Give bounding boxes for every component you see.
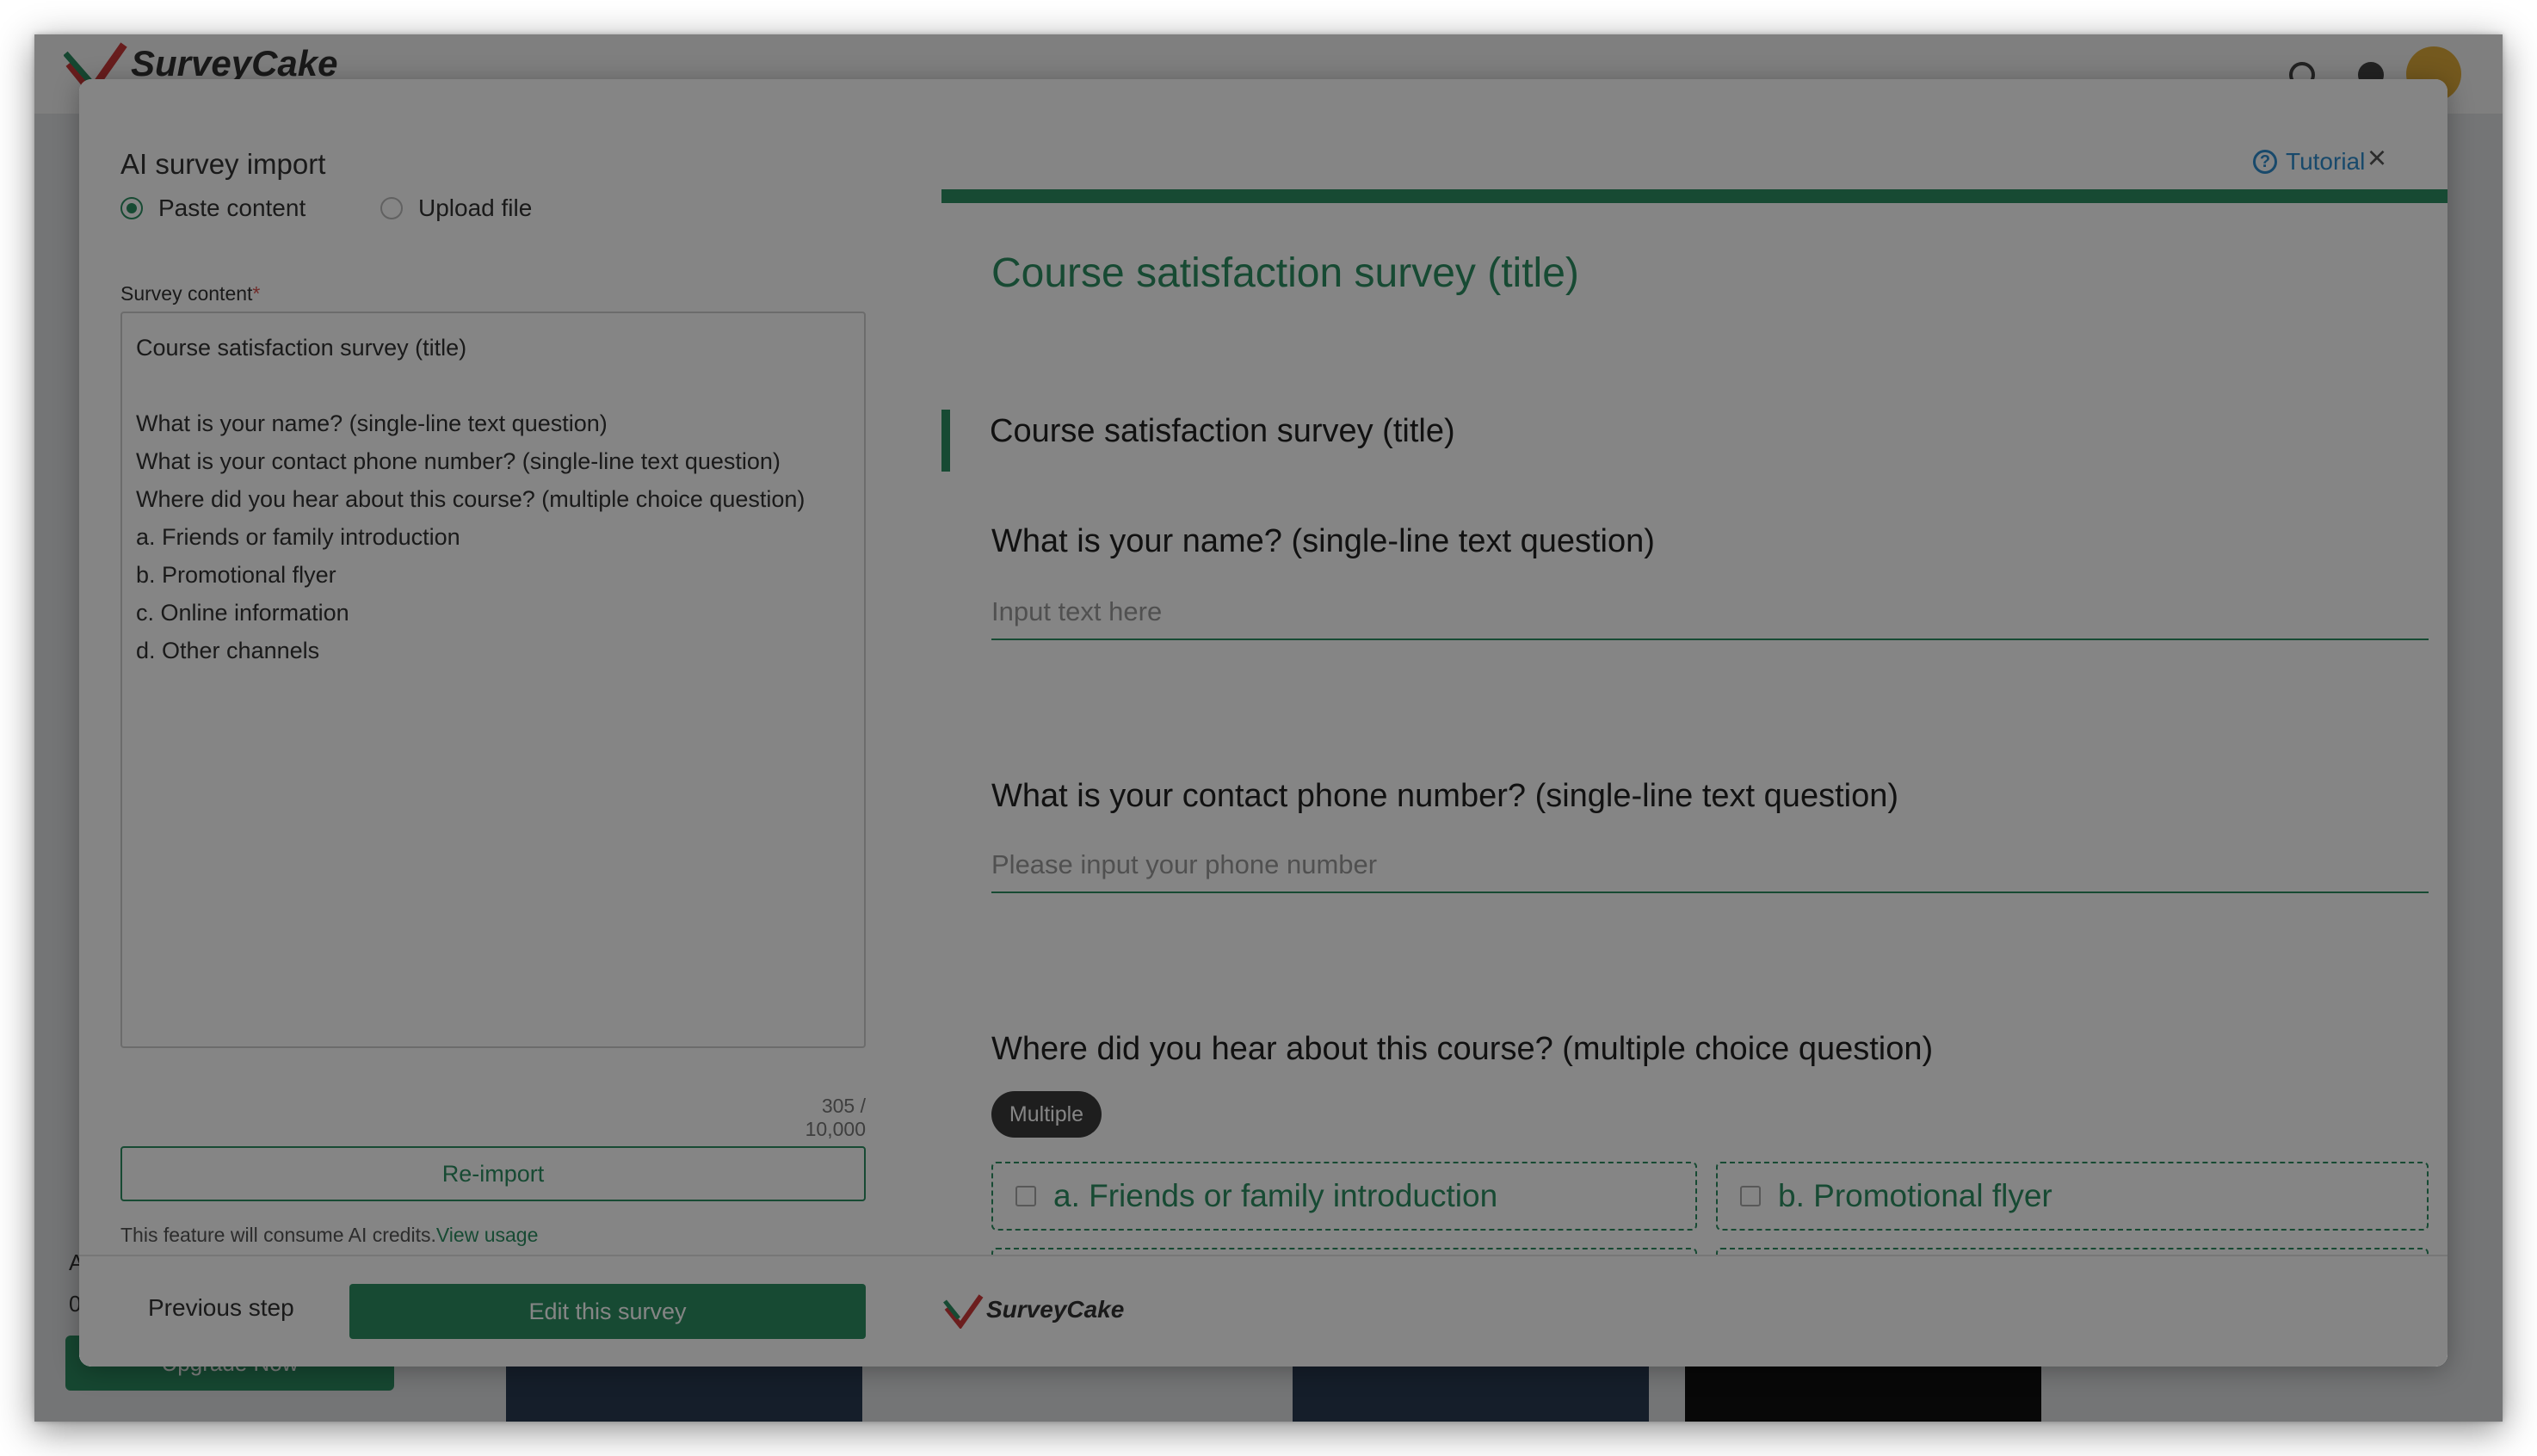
multiple-badge: Multiple bbox=[991, 1091, 1102, 1138]
required-mark: * bbox=[252, 282, 261, 305]
option-b[interactable]: b. Promotional flyer bbox=[1716, 1162, 2429, 1231]
tutorial-link[interactable]: ? Tutorial bbox=[2253, 148, 2365, 176]
content-line bbox=[136, 367, 850, 404]
selected-indicator bbox=[941, 410, 950, 472]
radio-label: Upload file bbox=[418, 194, 533, 221]
ai-import-modal: AI survey import ? Tutorial × Paste cont… bbox=[79, 79, 2447, 1367]
content-line: c. Online information bbox=[136, 600, 349, 626]
option-label: a. Friends or family introduction bbox=[1053, 1178, 1498, 1213]
preview-footer: SurveyCake bbox=[941, 1255, 2447, 1367]
credits-note: This feature will consume AI credits.Vie… bbox=[120, 1224, 538, 1247]
radio-paste-content[interactable]: Paste content bbox=[120, 194, 306, 222]
content-line: d. Other channels bbox=[136, 638, 320, 663]
tutorial-label: Tutorial bbox=[2286, 148, 2366, 175]
option-d[interactable] bbox=[1716, 1248, 2429, 1255]
survey-title: Course satisfaction survey (title) bbox=[991, 250, 1579, 296]
content-line: Course satisfaction survey (title) bbox=[136, 335, 467, 361]
modal-footer-left: Previous step Edit this survey bbox=[79, 1255, 941, 1367]
name-input[interactable]: Input text here bbox=[991, 585, 2429, 640]
section-title: Course satisfaction survey (title) bbox=[990, 413, 1455, 449]
option-a[interactable]: a. Friends or family introduction bbox=[991, 1162, 1697, 1231]
content-line: Where did you hear about this course? (m… bbox=[136, 486, 806, 512]
checkbox-icon bbox=[1015, 1186, 1036, 1206]
survey-content-textarea[interactable]: Course satisfaction survey (title) What … bbox=[120, 312, 866, 1048]
phone-input[interactable]: Please input your phone number bbox=[991, 838, 2429, 893]
modal-title: AI survey import bbox=[120, 148, 326, 180]
option-label: b. Promotional flyer bbox=[1778, 1178, 2052, 1213]
view-usage-link[interactable]: View usage bbox=[436, 1224, 539, 1246]
question-source: Where did you hear about this course? (m… bbox=[991, 1031, 1934, 1067]
survey-preview: Course satisfaction survey (title) Cours… bbox=[941, 189, 2447, 1255]
question-circle-icon: ? bbox=[2253, 150, 2277, 174]
radio-label: Paste content bbox=[158, 194, 306, 221]
content-line: What is your contact phone number? (sing… bbox=[136, 448, 781, 474]
question-phone: What is your contact phone number? (sing… bbox=[991, 778, 1898, 814]
credits-text: This feature will consume AI credits. bbox=[120, 1224, 436, 1246]
question-name: What is your name? (single-line text que… bbox=[991, 523, 1655, 559]
content-line: What is your name? (single-line text que… bbox=[136, 410, 608, 436]
browser-window: SurveyCake A 0 Upgrade Now AI survey imp… bbox=[34, 34, 2503, 1422]
previous-step-button[interactable]: Previous step bbox=[148, 1294, 294, 1322]
content-label-text: Survey content bbox=[120, 282, 253, 305]
footer-brand: SurveyCake bbox=[986, 1296, 1125, 1323]
content-field-label: Survey content* bbox=[120, 282, 260, 305]
radio-upload-file[interactable]: Upload file bbox=[380, 194, 532, 222]
close-icon[interactable]: × bbox=[2360, 141, 2394, 176]
brand-logo-icon bbox=[943, 1294, 984, 1329]
radio-selected-icon bbox=[120, 197, 143, 219]
content-line: a. Friends or family introduction bbox=[136, 524, 460, 550]
character-counter: 305 / 10,000 bbox=[805, 1095, 866, 1140]
option-c[interactable] bbox=[991, 1248, 1697, 1255]
content-line: b. Promotional flyer bbox=[136, 562, 336, 588]
reimport-button[interactable]: Re-import bbox=[120, 1146, 866, 1201]
checkbox-icon bbox=[1740, 1186, 1761, 1206]
radio-unselected-icon bbox=[380, 197, 403, 219]
edit-survey-button[interactable]: Edit this survey bbox=[349, 1284, 866, 1339]
